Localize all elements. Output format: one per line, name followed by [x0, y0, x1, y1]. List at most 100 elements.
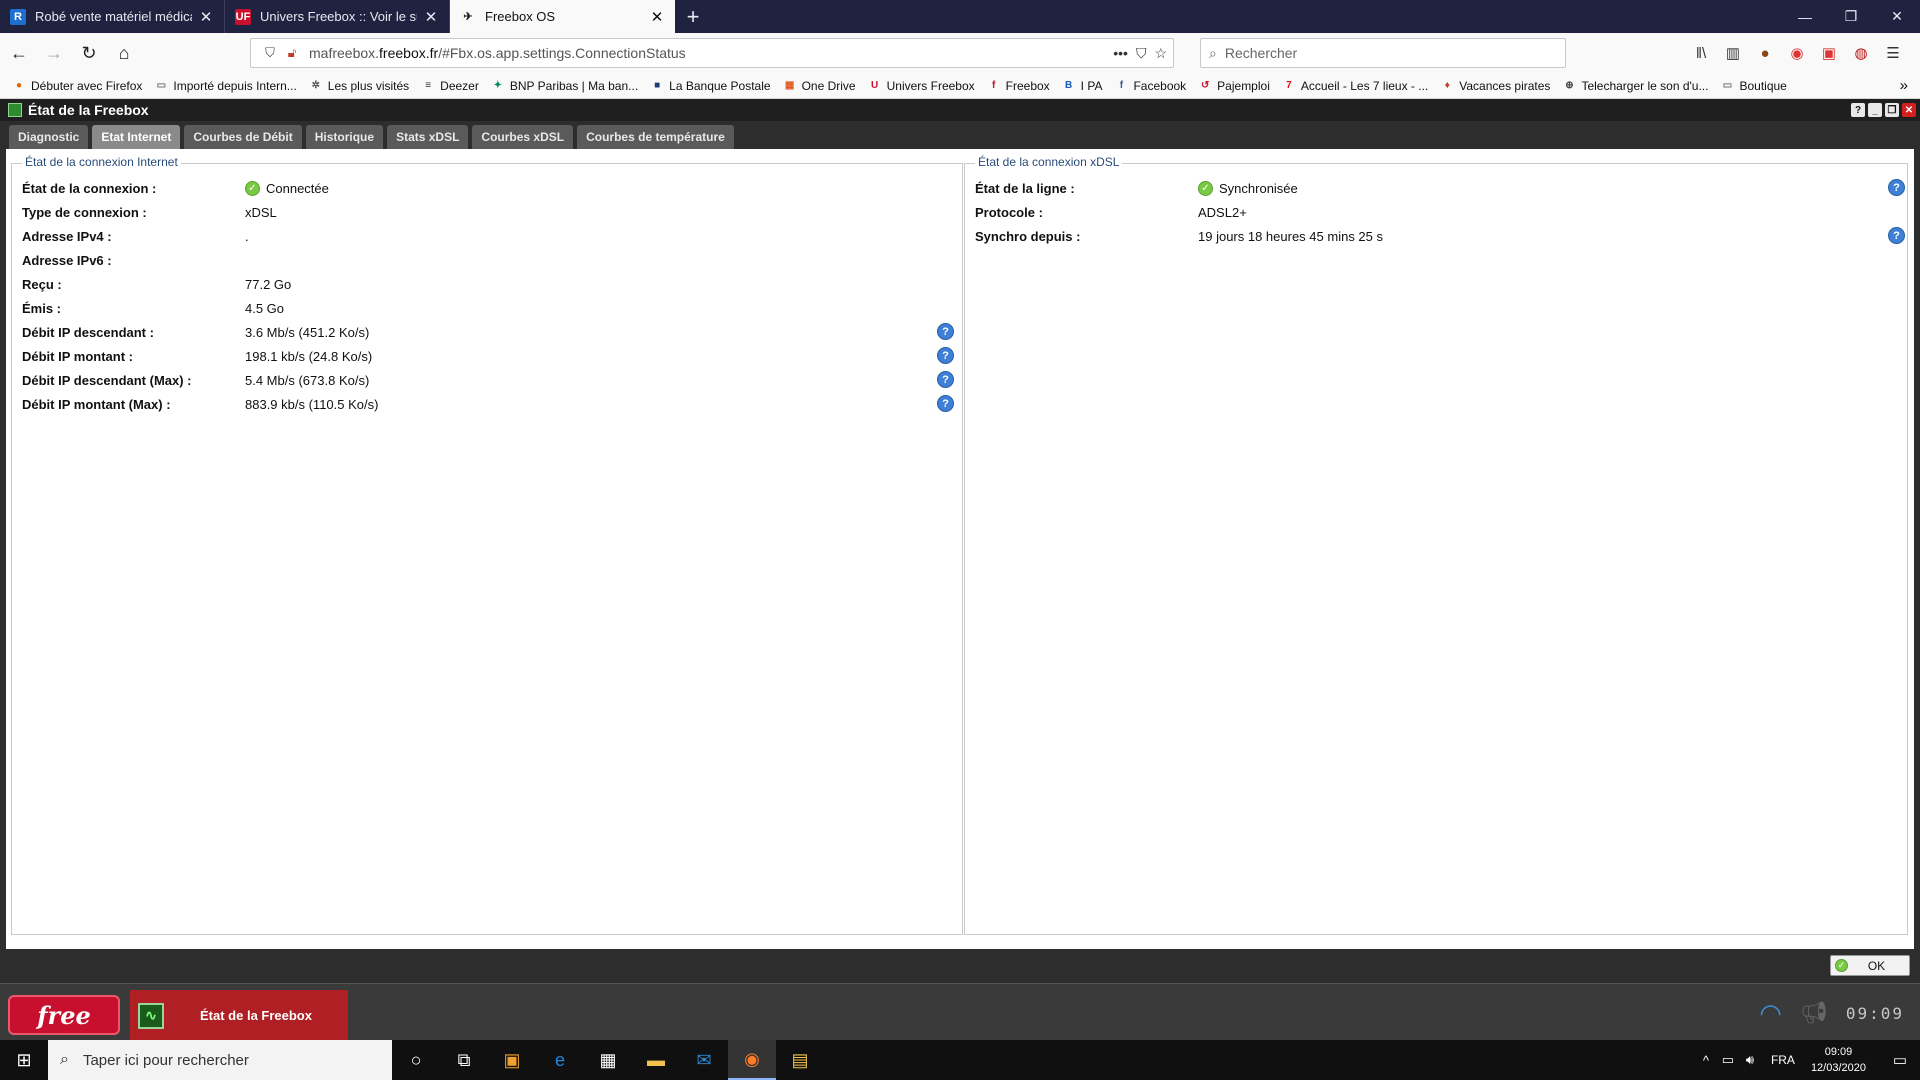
bookmark-item[interactable]: f Freebox [987, 79, 1050, 93]
bookmark-favicon-icon: f [991, 80, 996, 91]
help-icon[interactable]: ? [1888, 227, 1905, 244]
browser-tab[interactable]: ✈ Freebox OS ✕ [450, 0, 675, 33]
minimize-app-button[interactable]: _ [1868, 103, 1882, 117]
library-icon[interactable]: ‖\ [1692, 45, 1710, 62]
status-row: État de la ligne : ✓ Synchronisée? [975, 178, 1905, 198]
tab-stats-xdsl[interactable]: Stats xDSL [387, 125, 469, 149]
close-window-button[interactable]: ✕ [1874, 0, 1920, 33]
row-value: . [245, 229, 249, 244]
bookmark-item[interactable]: U Univers Freebox [868, 79, 975, 93]
url-bar[interactable]: ⛉ 🔓︎ mafreebox.freebox.fr/#Fbx.os.app.se… [250, 38, 1174, 68]
check-icon: ✓ [1198, 180, 1213, 196]
bookmark-item[interactable]: ▭ Importé depuis Intern... [154, 79, 297, 93]
back-button[interactable]: ← [3, 37, 35, 69]
pocket-icon[interactable]: ⛉ [1136, 45, 1147, 62]
task-view-icon[interactable]: ⧉ [440, 1040, 488, 1080]
bookmark-item[interactable]: ≡ Deezer [421, 79, 479, 93]
freebox-dock: free ∿ État de la Freebox ◠ 📢︎ 09:09 [0, 983, 1920, 1041]
start-button[interactable]: ⊞ [0, 1040, 48, 1080]
edge-browser-icon[interactable]: e [536, 1040, 584, 1080]
media-player-icon[interactable]: ▣ [488, 1040, 536, 1080]
reload-button[interactable]: ↻ [73, 37, 105, 69]
internet-group-legend: État de la connexion Internet [22, 155, 181, 169]
calculator-icon[interactable]: ▦ [584, 1040, 632, 1080]
home-button[interactable]: ⌂ [108, 37, 140, 69]
volume-icon[interactable]: 🔊︎ [1739, 1052, 1761, 1068]
bookmark-star-icon[interactable]: ☆ [1154, 45, 1167, 62]
maximize-app-button[interactable]: ❐ [1885, 103, 1899, 117]
bookmark-item[interactable]: f Facebook [1114, 79, 1186, 93]
bookmark-item[interactable]: ✦ BNP Paribas | Ma ban... [491, 79, 639, 93]
free-logo-button[interactable]: free [8, 995, 120, 1035]
extension-ublock-icon[interactable]: ◍ [1852, 44, 1870, 62]
tab-historique[interactable]: Historique [305, 125, 384, 149]
bookmark-label: Freebox [1005, 78, 1050, 93]
browser-tab[interactable]: UF Univers Freebox :: Voir le sujet - ✕ [225, 0, 450, 33]
close-app-button[interactable]: ✕ [1902, 103, 1916, 117]
language-indicator[interactable]: FRA [1771, 1053, 1795, 1067]
extension-red-icon[interactable]: ◉ [1788, 44, 1806, 62]
tab-courbes-de-d-bit[interactable]: Courbes de Débit [184, 125, 302, 149]
mail-icon[interactable]: ✉ [680, 1040, 728, 1080]
network-icon[interactable]: ▭ [1717, 1052, 1739, 1068]
tab-courbes-xdsl[interactable]: Courbes xDSL [472, 125, 574, 149]
tab-etat-internet[interactable]: Etat Internet [92, 125, 181, 149]
dock-task-freebox-status[interactable]: ∿ État de la Freebox [130, 990, 348, 1041]
bookmark-item[interactable]: ⊕ Telecharger le son d'u... [1562, 79, 1708, 93]
bookmark-label: One Drive [801, 78, 856, 93]
sidebar-icon[interactable]: ▥ [1724, 44, 1742, 62]
menu-hamburger-icon[interactable]: ☰ [1884, 44, 1902, 62]
forward-button[interactable]: → [38, 37, 70, 69]
bookmark-item[interactable]: 7 Accueil - Les 7 lieux - ... [1282, 79, 1428, 93]
bookmark-favicon-icon: ▭ [156, 80, 167, 91]
taskbar-search-box[interactable]: ⌕ Taper ici pour rechercher [48, 1040, 392, 1080]
help-icon[interactable]: ? [937, 395, 954, 412]
search-bar[interactable]: ⌕ Rechercher [1200, 38, 1566, 68]
extension-avatar-icon[interactable]: ● [1756, 45, 1774, 62]
cortana-icon[interactable]: ○ [392, 1040, 440, 1080]
tab-close-icon[interactable]: ✕ [423, 8, 439, 26]
megaphone-icon[interactable]: 📢︎ [1800, 1000, 1828, 1026]
browser-tab[interactable]: R Robé vente matériel médical ✕ [0, 0, 225, 33]
minimize-window-button[interactable]: — [1782, 0, 1828, 33]
bookmark-item[interactable]: ▭ Boutique [1720, 78, 1787, 93]
help-window-button[interactable]: ? [1851, 103, 1865, 117]
system-clock[interactable]: 09:09 12/03/2020 [1811, 1044, 1866, 1076]
notifications-icon[interactable]: ▭ [1880, 1051, 1920, 1069]
tab-courbes-de-temp-rature[interactable]: Courbes de température [577, 125, 734, 149]
shield-icon[interactable]: ⛉ [259, 45, 281, 61]
bookmark-item[interactable]: ■ La Banque Postale [650, 79, 770, 93]
tab-close-icon[interactable]: ✕ [198, 8, 214, 26]
help-icon[interactable]: ? [937, 323, 954, 340]
bookmark-item[interactable]: ● Débuter avec Firefox [12, 79, 142, 93]
tab-close-icon[interactable]: ✕ [649, 8, 665, 26]
restore-window-button[interactable]: ❐ [1828, 0, 1874, 33]
app-tab-bar: Diagnostic Etat Internet Courbes de Débit H… [0, 121, 1920, 149]
insecure-lock-icon[interactable]: 🔓︎ [281, 45, 303, 61]
bookmark-item[interactable]: ▦ One Drive [783, 79, 856, 93]
notes-app-icon[interactable]: ▤ [776, 1040, 824, 1080]
tray-overflow-icon[interactable]: ^ [1695, 1053, 1717, 1068]
bookmark-item[interactable]: B I PA [1062, 79, 1102, 93]
help-icon[interactable]: ? [937, 371, 954, 388]
bookmark-favicon-icon: ♦ [1444, 80, 1450, 91]
tab-diagnostic[interactable]: Diagnostic [9, 125, 89, 149]
page-actions-icon[interactable]: ••• [1113, 45, 1128, 61]
firefox-icon[interactable]: ◉ [728, 1040, 776, 1080]
url-text[interactable]: mafreebox.freebox.fr/#Fbx.os.app.setting… [309, 45, 686, 61]
more-bookmarks-icon[interactable]: » [1900, 77, 1908, 94]
row-value: ✓ Connectée [245, 180, 329, 196]
ok-button[interactable]: ✓ OK [1830, 955, 1910, 976]
help-icon[interactable]: ? [1888, 179, 1905, 196]
extension-shield-icon[interactable]: ▣ [1820, 44, 1838, 62]
wifi-icon[interactable]: ◠ [1759, 998, 1782, 1029]
help-icon[interactable]: ? [937, 347, 954, 364]
bookmark-label: Boutique [1739, 78, 1787, 93]
row-label: Adresse IPv6 : [22, 252, 112, 268]
bookmark-item[interactable]: ↺ Pajemploi [1198, 79, 1270, 93]
row-label: Adresse IPv4 : [22, 228, 112, 244]
new-tab-button[interactable]: + [675, 0, 711, 33]
bookmark-item[interactable]: ✲ Les plus visités [309, 79, 410, 93]
bookmark-item[interactable]: ♦ Vacances pirates [1440, 79, 1551, 93]
file-explorer-icon[interactable]: ▬ [632, 1040, 680, 1080]
